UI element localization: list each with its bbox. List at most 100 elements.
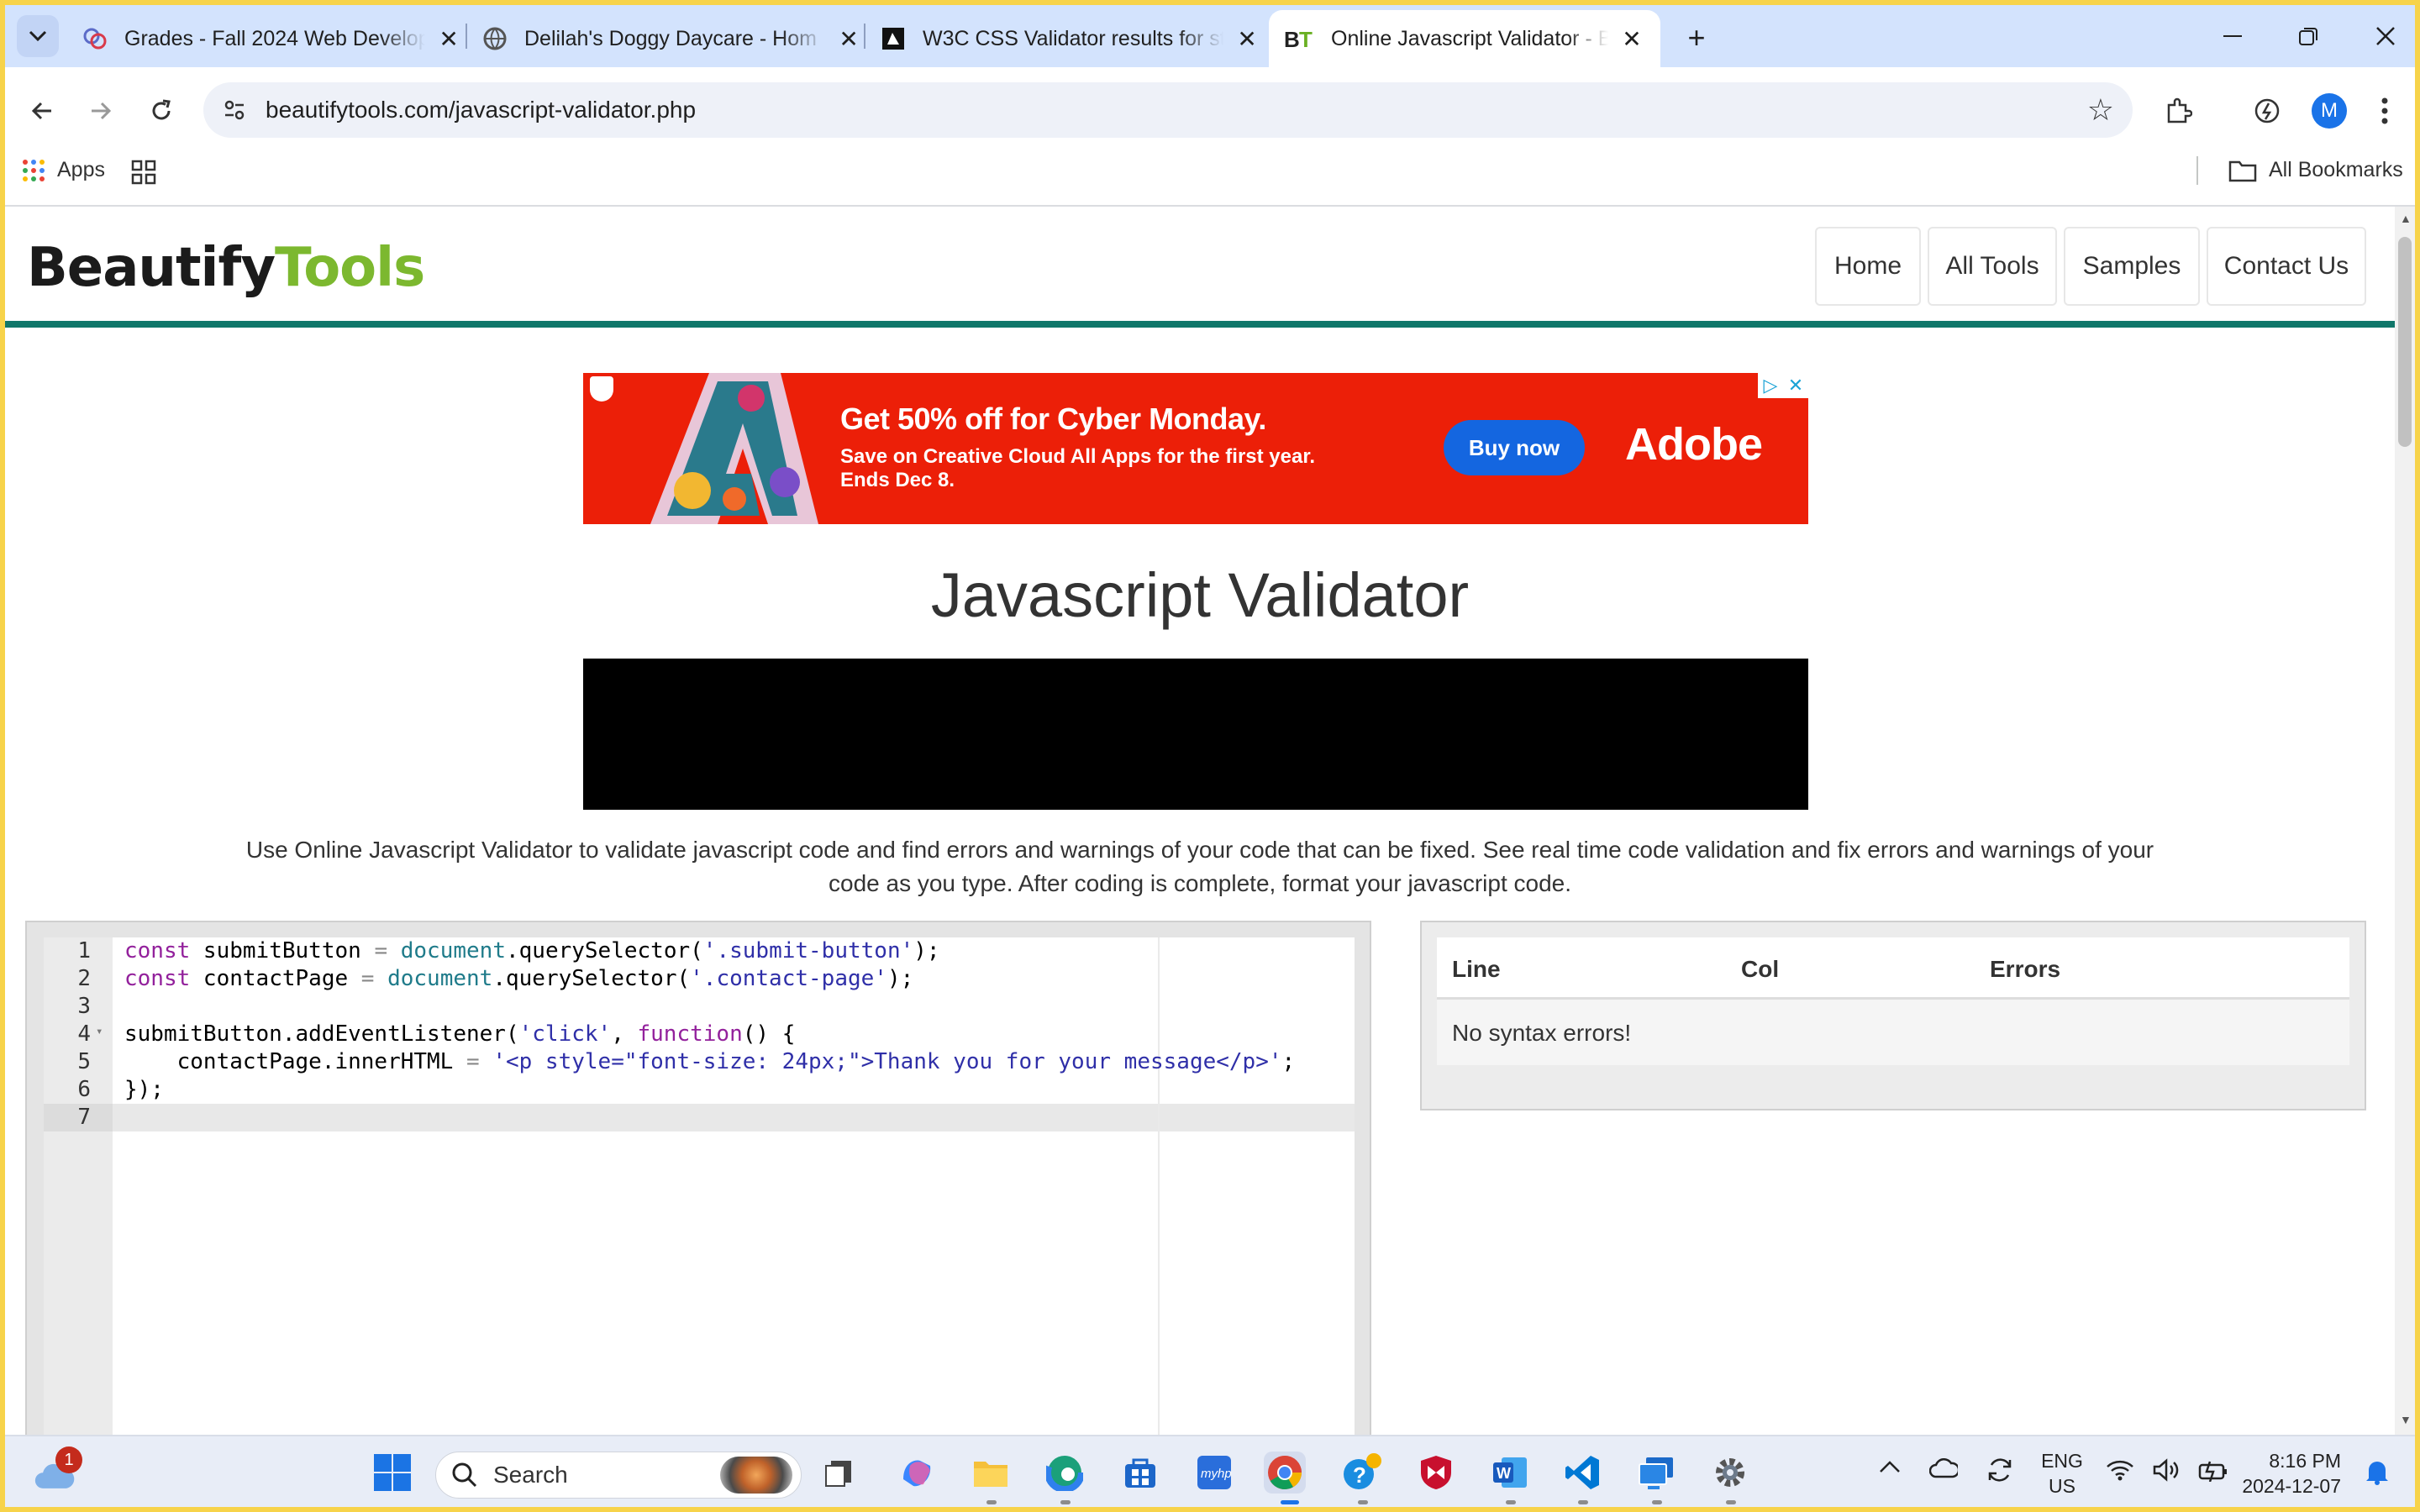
language-indicator[interactable]: ENG US: [2037, 1448, 2087, 1499]
svg-text:B: B: [1284, 27, 1300, 51]
onedrive-cloud-icon: [1928, 1457, 1960, 1478]
logo-text-beautify: Beautify: [27, 237, 276, 299]
remote-desktop-icon: [1639, 1457, 1673, 1489]
show-hidden-icons-button[interactable]: [1879, 1460, 1901, 1479]
restore-button[interactable]: [2279, 15, 2338, 57]
edge-button[interactable]: [1044, 1452, 1086, 1494]
running-indicator: [1060, 1500, 1071, 1504]
performance-button[interactable]: [2242, 86, 2292, 136]
network-volume-battery-group[interactable]: [2106, 1458, 2228, 1482]
help-icon: ?: [1344, 1453, 1381, 1489]
close-tab-icon[interactable]: ✕: [1232, 25, 1262, 53]
line-number: 3: [77, 994, 91, 1019]
bell-icon: [2366, 1462, 2388, 1485]
volume-icon: [2153, 1458, 2179, 1482]
ad-close-icon[interactable]: ✕: [1783, 373, 1808, 398]
mcafee-button[interactable]: [1415, 1452, 1457, 1494]
copilot-button[interactable]: [896, 1452, 938, 1494]
ad-headline: Get 50% off for Cyber Monday.: [840, 402, 1266, 436]
search-icon: [452, 1462, 477, 1488]
sync-icon: [1988, 1458, 2012, 1482]
address-bar[interactable]: beautifytools.com/javascript-validator.p…: [203, 82, 2133, 138]
chevron-down-icon: [29, 30, 47, 42]
bookmarks-bar: Apps All Bookmarks: [5, 139, 2415, 207]
nav-contact-us[interactable]: Contact Us: [2207, 227, 2366, 306]
chrome-button[interactable]: [1264, 1452, 1306, 1494]
notification-badge: 1: [55, 1446, 82, 1473]
svg-text:W: W: [1497, 1465, 1511, 1482]
profile-button[interactable]: M: [2304, 86, 2354, 136]
tab-groups-button[interactable]: [131, 160, 156, 189]
myhp-button[interactable]: myhp: [1193, 1452, 1235, 1494]
grid-icon: [131, 160, 156, 185]
windows-taskbar: 1 Search myhp ? W ENG US 8:16 PM 2024-12…: [5, 1435, 2415, 1507]
chrome-icon: [1268, 1456, 1302, 1489]
scrollbar-thumb[interactable]: [2398, 237, 2412, 447]
extensions-button[interactable]: [2153, 86, 2203, 136]
running-indicator: [986, 1500, 997, 1504]
page-scrollbar[interactable]: ▲ ▼: [2395, 207, 2415, 1435]
sync-button[interactable]: [1985, 1455, 2015, 1489]
line-number: 5: [77, 1049, 91, 1074]
reload-button[interactable]: [136, 86, 187, 136]
vscode-button[interactable]: [1561, 1452, 1603, 1494]
running-indicator: [1578, 1500, 1588, 1504]
active-indicator: [1281, 1500, 1299, 1504]
onedrive-button[interactable]: [1928, 1457, 1960, 1483]
all-bookmarks-button[interactable]: All Bookmarks: [2228, 158, 2403, 182]
back-button[interactable]: [17, 86, 67, 136]
clock[interactable]: 8:16 PM 2024-12-07: [2240, 1448, 2341, 1499]
nav-label: All Tools: [1945, 252, 2039, 280]
minimize-button[interactable]: [2203, 15, 2262, 57]
bookmark-star-icon[interactable]: ☆: [2087, 92, 2114, 128]
page-description: Use Online Javascript Validator to valid…: [245, 837, 2154, 896]
site-logo[interactable]: BeautifyTools: [27, 237, 425, 299]
nav-all-tools[interactable]: All Tools: [1928, 227, 2057, 306]
new-tab-button[interactable]: +: [1676, 17, 1718, 59]
puzzle-icon: [2167, 97, 2192, 123]
remote-desktop-button[interactable]: [1635, 1452, 1677, 1494]
line-number: 4: [77, 1021, 91, 1047]
help-button[interactable]: ?: [1341, 1452, 1383, 1494]
search-highlight-image: [720, 1457, 792, 1494]
svg-text:?: ?: [1353, 1462, 1366, 1488]
tab-title: W3C CSS Validator results for st: [923, 26, 1224, 50]
web-page: BeautifyTools Home All Tools Samples Con…: [5, 207, 2395, 1435]
code-line: });: [124, 1077, 164, 1102]
notification-bell-button[interactable]: [2365, 1458, 2390, 1489]
tab-w3c-validator[interactable]: W3C CSS Validator results for st ✕: [845, 10, 1262, 67]
close-tab-icon[interactable]: ✕: [1617, 25, 1647, 53]
start-button[interactable]: [371, 1452, 413, 1494]
more-vertical-icon: [2381, 97, 2388, 124]
ad-subline-2: Ends Dec 8.: [840, 469, 955, 491]
tab-js-validator[interactable]: BT Online Javascript Validator - Be ✕: [1269, 10, 1660, 67]
word-button[interactable]: W: [1489, 1452, 1531, 1494]
code-editor[interactable]: 1 2 3 4 ▾ 5 6 7 const submitButton = doc…: [44, 937, 1355, 1435]
col-header-errors: Errors: [1990, 956, 2061, 982]
tab-doggy-daycare[interactable]: Delilah's Doggy Daycare - Hom ✕: [447, 10, 864, 67]
scroll-up-arrow-icon[interactable]: ▲: [2400, 212, 2412, 225]
wifi-icon: [2107, 1460, 2133, 1481]
settings-button[interactable]: [1709, 1452, 1751, 1494]
nav-samples[interactable]: Samples: [2064, 227, 2200, 306]
ad-choices-icon[interactable]: ▷: [1758, 373, 1783, 398]
nav-home[interactable]: Home: [1815, 227, 1921, 306]
taskbar-search[interactable]: Search: [435, 1452, 802, 1499]
task-view-button[interactable]: [818, 1452, 860, 1494]
speedometer-icon: [2254, 98, 2280, 123]
scroll-down-arrow-icon[interactable]: ▼: [2400, 1413, 2412, 1426]
fold-arrow-icon[interactable]: ▾: [96, 1025, 103, 1038]
site-info-icon[interactable]: [222, 97, 247, 123]
close-window-button[interactable]: [2356, 15, 2415, 57]
forward-button[interactable]: [76, 86, 126, 136]
advertisement-banner[interactable]: Get 50% off for Cyber Monday. Save on Cr…: [583, 373, 1808, 524]
editor-panel: 1 2 3 4 ▾ 5 6 7 const submitButton = doc…: [25, 921, 1371, 1435]
menu-button[interactable]: [2360, 86, 2410, 136]
file-explorer-button[interactable]: [970, 1452, 1012, 1494]
running-indicator: [1358, 1500, 1368, 1504]
tab-grades[interactable]: Grades - Fall 2024 Web Develop ✕: [47, 10, 464, 67]
ad-buy-now-button[interactable]: Buy now: [1444, 420, 1585, 475]
apps-bookmark[interactable]: Apps: [22, 158, 105, 182]
store-button[interactable]: [1119, 1452, 1161, 1494]
apps-label: Apps: [57, 158, 105, 181]
